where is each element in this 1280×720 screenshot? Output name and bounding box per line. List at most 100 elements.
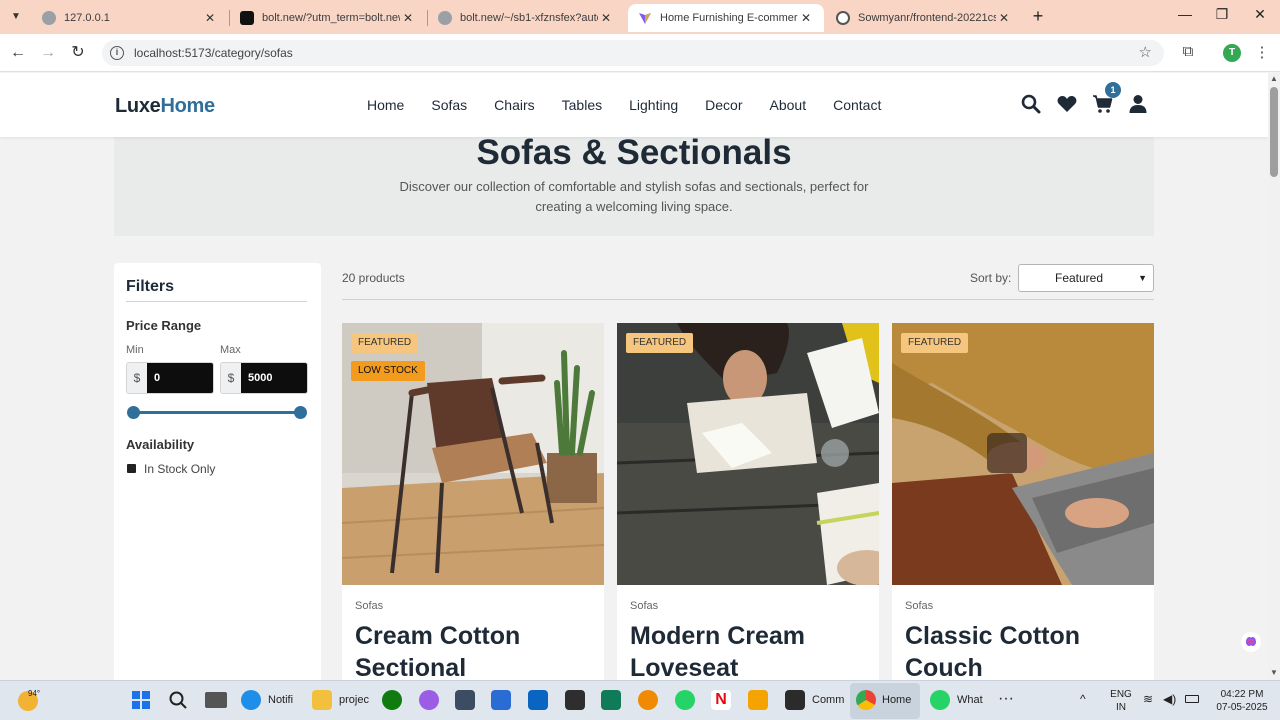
scroll-down-arrow-icon[interactable]: ▼ [1270,669,1278,677]
chrome-icon[interactable] [856,690,876,710]
new-tab-button[interactable]: + [1028,6,1048,27]
max-price-input[interactable]: 5000 [241,363,307,393]
terminal-icon[interactable] [785,690,805,710]
nav-tables[interactable]: Tables [562,97,602,113]
price-slider-min-handle[interactable] [127,406,140,419]
nav-about[interactable]: About [770,97,807,113]
browser-tab-3[interactable]: bolt.new/~/sb1-xfznsfex?autoA ✕ [428,4,624,32]
category-hero: Sofas & Sectionals Discover our collecti… [114,127,1154,236]
currency-symbol: $ [221,363,241,393]
restore-button[interactable]: ❐ [1210,6,1234,23]
close-tab-icon[interactable]: ✕ [996,11,1012,25]
taskbar-app-label[interactable]: Notifi [268,694,293,706]
scrollbar-thumb[interactable] [1270,87,1278,177]
app-icon[interactable] [601,690,621,710]
availability-label: Availability [126,437,195,452]
whatsapp-icon[interactable] [930,690,950,710]
taskbar-app-label[interactable]: projec [339,694,369,706]
site-logo[interactable]: LuxeHome [115,95,215,118]
address-bar[interactable]: i localhost:5173/category/sofas ☆ [102,40,1164,66]
xbox-icon[interactable] [382,690,402,710]
netflix-icon[interactable]: N [711,690,731,710]
product-card[interactable]: FEATURED Sofas Classic Cotton Couch [892,323,1154,680]
in-stock-checkbox[interactable] [127,464,136,473]
min-price-field[interactable]: $ 0 [126,362,214,394]
browser-tab-1[interactable]: 127.0.0.1 ✕ [32,4,228,32]
volume-icon[interactable]: ◀) [1163,693,1176,706]
whatsapp-icon[interactable] [675,690,695,710]
app-icon[interactable] [565,690,585,710]
user-icon[interactable] [1127,93,1149,115]
battery-icon[interactable] [1185,695,1199,703]
tab-search-icon[interactable]: ▼ [6,8,26,26]
close-window-button[interactable]: ✕ [1248,6,1272,23]
in-stock-label[interactable]: In Stock Only [144,462,215,476]
taskbar-app-label[interactable]: Comm [812,694,844,706]
extensions-icon[interactable]: ⧉ [1178,43,1198,60]
product-name[interactable]: Classic Cotton Couch [905,620,1145,680]
product-image-reading[interactable] [617,323,879,585]
search-icon[interactable] [168,690,188,710]
profile-avatar[interactable]: T [1223,44,1241,62]
search-icon[interactable] [1020,93,1042,115]
product-name[interactable]: Modern Cream Loveseat [630,620,870,680]
app-icon[interactable] [455,690,475,710]
more-apps-icon[interactable]: ··· [998,690,1014,708]
browser-tab-5[interactable]: Sowmyanr/frontend-20221cse0 ✕ [826,4,1022,32]
heart-icon[interactable] [1056,93,1078,115]
price-slider-track[interactable] [132,411,302,414]
nav-decor[interactable]: Decor [705,97,742,113]
price-slider-max-handle[interactable] [294,406,307,419]
lang-region: IN [1116,702,1126,713]
taskbar-app-label[interactable]: What [957,694,983,706]
app-icon[interactable] [491,690,511,710]
nav-chairs[interactable]: Chairs [494,97,534,113]
nav-sofas[interactable]: Sofas [431,97,467,113]
site-info-icon[interactable]: i [110,46,124,60]
assistant-brain-icon[interactable] [1240,631,1262,653]
nav-contact[interactable]: Contact [833,97,881,113]
menu-kebab-icon[interactable]: ⋮ [1252,43,1272,61]
max-price-field[interactable]: $ 5000 [220,362,308,394]
product-image-laptop[interactable] [892,323,1154,585]
product-name[interactable]: Cream Cotton Sectional [355,620,595,680]
minimize-button[interactable]: — [1173,6,1197,22]
task-view-icon[interactable] [205,692,227,708]
product-category: Sofas [630,600,659,612]
close-tab-icon[interactable]: ✕ [798,11,814,25]
copilot-icon[interactable] [419,690,439,710]
tab-title: 127.0.0.1 [64,12,110,24]
globe-icon [438,11,452,25]
close-tab-icon[interactable]: ✕ [202,11,218,25]
clock[interactable]: 04:22 PM 07-05-2025 [1212,688,1272,714]
product-card[interactable]: FEATURED LOW STOCK Sofas Cream Cotton Se… [342,323,604,680]
wifi-icon[interactable]: ≋ [1143,693,1153,706]
app-icon[interactable] [638,690,658,710]
browser-tab-2[interactable]: bolt.new/?utm_term=bolt.new& ✕ [230,4,426,32]
scroll-up-arrow-icon[interactable]: ▲ [1270,75,1278,83]
min-price-input[interactable]: 0 [147,363,213,393]
url-text[interactable]: localhost:5173/category/sofas [134,46,293,60]
nav-lighting[interactable]: Lighting [629,97,678,113]
forward-arrow-icon[interactable]: → [38,43,58,63]
close-tab-icon[interactable]: ✕ [598,11,614,25]
store-icon[interactable] [748,690,768,710]
back-arrow-icon[interactable]: ← [8,43,28,63]
close-tab-icon[interactable]: ✕ [400,11,416,25]
edge-icon[interactable] [241,690,261,710]
sort-select[interactable]: Featured ▼ [1018,264,1154,292]
site-header: LuxeHome Home Sofas Chairs Tables Lighti… [0,73,1268,137]
browser-tab-active[interactable]: Home Furnishing E-commerce ✕ [628,4,824,32]
language-indicator[interactable]: ENG IN [1108,688,1134,714]
page-scrollbar[interactable]: ▲ ▼ [1268,73,1280,680]
bookmark-star-icon[interactable]: ☆ [1139,43,1152,61]
product-category: Sofas [355,600,384,612]
tray-chevron-up-icon[interactable]: ^ [1080,693,1086,706]
taskbar-app-label[interactable]: Home [882,694,911,706]
product-card[interactable]: FEATURED Sofas Modern Cream Loveseat [617,323,879,680]
nav-home[interactable]: Home [367,97,404,113]
outlook-icon[interactable] [528,690,548,710]
windows-start-icon[interactable] [131,690,151,710]
folder-icon[interactable] [312,690,332,710]
reload-icon[interactable]: ↻ [68,43,88,63]
